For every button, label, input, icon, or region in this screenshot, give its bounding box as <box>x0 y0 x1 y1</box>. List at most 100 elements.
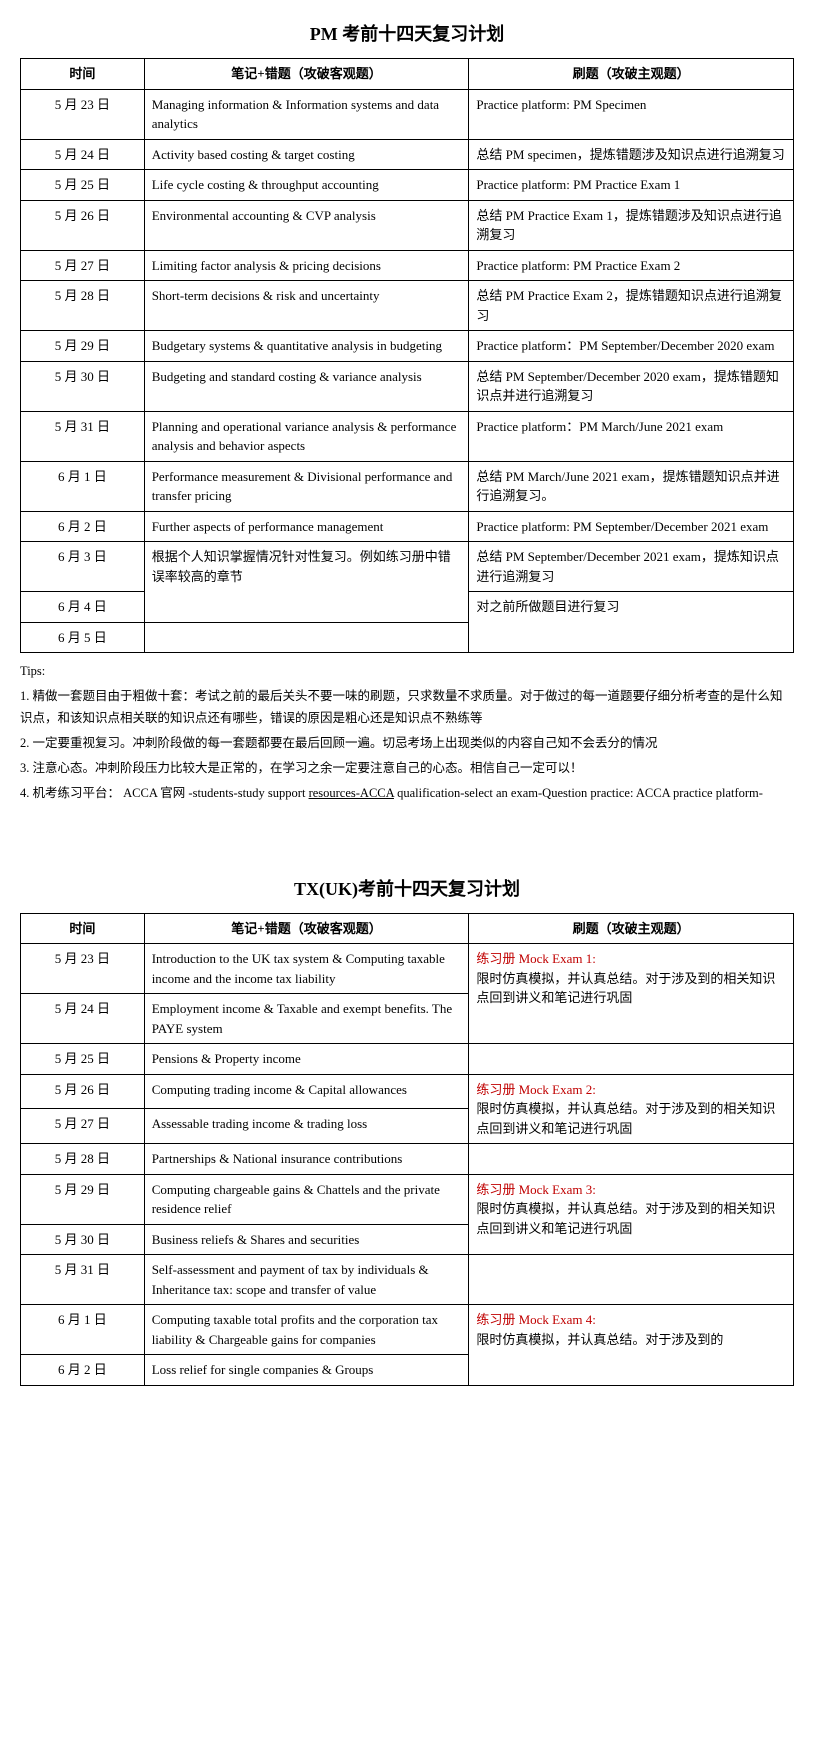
tx-practice-cell <box>469 1144 794 1175</box>
pm-practice-cell: 总结 PM Practice Exam 2，提炼错题知识点进行追溯复习 <box>469 281 794 331</box>
tx-header-practice: 刷题（攻破主观题） <box>469 913 794 944</box>
tx-header-notes: 笔记+错题（攻破客观题） <box>144 913 469 944</box>
pm-practice-cell: 总结 PM Practice Exam 1，提炼错题涉及知识点进行追溯复习 <box>469 200 794 250</box>
table-row: 5 月 23 日Managing information & Informati… <box>21 89 794 139</box>
pm-notes-cell: Limiting factor analysis & pricing decis… <box>144 250 469 281</box>
pm-practice-cell: 总结 PM September/December 2021 exam，提炼知识点… <box>469 542 794 592</box>
pm-notes-cell: Performance measurement & Divisional per… <box>144 461 469 511</box>
tip-item: 2. 一定要重视复习。冲刺阶段做的每一套题都要在最后回顾一遍。切忌考场上出现类似… <box>20 733 794 754</box>
pm-notes-cell: Budgeting and standard costing & varianc… <box>144 361 469 411</box>
tx-notes-cell: Self-assessment and payment of tax by in… <box>144 1255 469 1305</box>
pm-header-practice: 刷题（攻破主观题） <box>469 59 794 90</box>
pm-tips: Tips: 1. 精做一套题目由于粗做十套：考试之前的最后关头不要一味的刷题，只… <box>20 661 794 805</box>
pm-notes-cell: Planning and operational variance analys… <box>144 411 469 461</box>
tx-notes-cell: Business reliefs & Shares and securities <box>144 1224 469 1255</box>
tx-notes-cell: Employment income & Taxable and exempt b… <box>144 994 469 1044</box>
tips-label: Tips: <box>20 661 794 682</box>
pm-date-cell: 5 月 28 日 <box>21 281 145 331</box>
pm-practice-cell: 总结 PM March/June 2021 exam，提炼错题知识点并进行追溯复… <box>469 461 794 511</box>
table-row: 6 月 2 日Further aspects of performance ma… <box>21 511 794 542</box>
tx-notes-cell: Loss relief for single companies & Group… <box>144 1355 469 1386</box>
pm-practice-cell: Practice platform: PM Practice Exam 2 <box>469 250 794 281</box>
pm-table-header-row: 时间 笔记+错题（攻破客观题） 刷题（攻破主观题） <box>21 59 794 90</box>
pm-date-cell: 5 月 27 日 <box>21 250 145 281</box>
tx-practice-cell <box>469 1044 794 1075</box>
tx-notes-cell: Assessable trading income & trading loss <box>144 1109 469 1144</box>
table-row: 6 月 3 日根据个人知识掌握情况针对性复习。例如练习册中错误率较高的章节总结 … <box>21 542 794 592</box>
table-row: 5 月 28 日Short-term decisions & risk and … <box>21 281 794 331</box>
pm-notes-cell: Short-term decisions & risk and uncertai… <box>144 281 469 331</box>
tx-practice-cell: 练习册 Mock Exam 4:限时仿真模拟，并认真总结。对于涉及到的 <box>469 1305 794 1386</box>
pm-practice-cell: Practice platform: PM September/December… <box>469 511 794 542</box>
pm-tips-list: 1. 精做一套题目由于粗做十套：考试之前的最后关头不要一味的刷题，只求数量不求质… <box>20 686 794 804</box>
table-row: 5 月 29 日Budgetary systems & quantitative… <box>21 331 794 362</box>
table-row: 5 月 30 日Budgeting and standard costing &… <box>21 361 794 411</box>
tx-date-cell: 5 月 31 日 <box>21 1255 145 1305</box>
pm-date-cell: 5 月 24 日 <box>21 139 145 170</box>
pm-date-cell: 6 月 1 日 <box>21 461 145 511</box>
tx-date-cell: 6 月 1 日 <box>21 1305 145 1355</box>
tx-notes-cell: Introduction to the UK tax system & Comp… <box>144 944 469 994</box>
table-row: 5 月 31 日Planning and operational varianc… <box>21 411 794 461</box>
tx-date-cell: 5 月 24 日 <box>21 994 145 1044</box>
pm-practice-cell: 对之前所做题目进行复习 <box>469 592 794 653</box>
tx-notes-cell: Computing chargeable gains & Chattels an… <box>144 1174 469 1224</box>
pm-date-cell: 5 月 29 日 <box>21 331 145 362</box>
table-row: 5 月 25 日Life cycle costing & throughput … <box>21 170 794 201</box>
tx-date-cell: 5 月 26 日 <box>21 1074 145 1109</box>
tx-table: 时间 笔记+错题（攻破客观题） 刷题（攻破主观题） 5 月 23 日Introd… <box>20 913 794 1386</box>
pm-table: 时间 笔记+错题（攻破客观题） 刷题（攻破主观题） 5 月 23 日Managi… <box>20 58 794 653</box>
table-row: 5 月 31 日Self-assessment and payment of t… <box>21 1255 794 1305</box>
tip-item: 4. 机考练习平台： ACCA 官网 -students-study suppo… <box>20 783 794 804</box>
section-gap <box>20 815 794 875</box>
pm-notes-cell: Environmental accounting & CVP analysis <box>144 200 469 250</box>
tx-title: TX(UK)考前十四天复习计划 <box>20 875 794 901</box>
pm-practice-cell: 总结 PM specimen，提炼错题涉及知识点进行追溯复习 <box>469 139 794 170</box>
table-row: 5 月 25 日Pensions & Property income <box>21 1044 794 1075</box>
table-row: 5 月 24 日Activity based costing & target … <box>21 139 794 170</box>
tx-practice-cell: 练习册 Mock Exam 1:限时仿真模拟，并认真总结。对于涉及到的相关知识点… <box>469 944 794 1044</box>
tip-item: 1. 精做一套题目由于粗做十套：考试之前的最后关头不要一味的刷题，只求数量不求质… <box>20 686 794 729</box>
pm-date-cell: 5 月 31 日 <box>21 411 145 461</box>
pm-practice-cell: 总结 PM September/December 2020 exam，提炼错题知… <box>469 361 794 411</box>
pm-notes-cell <box>144 622 469 653</box>
tx-date-cell: 5 月 25 日 <box>21 1044 145 1075</box>
pm-date-cell: 5 月 30 日 <box>21 361 145 411</box>
pm-date-cell: 5 月 26 日 <box>21 200 145 250</box>
pm-notes-cell: Activity based costing & target costing <box>144 139 469 170</box>
tx-date-cell: 5 月 30 日 <box>21 1224 145 1255</box>
tx-notes-cell: Pensions & Property income <box>144 1044 469 1075</box>
pm-date-cell: 6 月 2 日 <box>21 511 145 542</box>
tx-date-cell: 6 月 2 日 <box>21 1355 145 1386</box>
tx-section: TX(UK)考前十四天复习计划 时间 笔记+错题（攻破客观题） 刷题（攻破主观题… <box>20 875 794 1386</box>
pm-date-cell: 5 月 25 日 <box>21 170 145 201</box>
pm-practice-cell: Practice platform: PM Specimen <box>469 89 794 139</box>
table-row: 5 月 26 日Environmental accounting & CVP a… <box>21 200 794 250</box>
pm-practice-cell: Practice platform: PM Practice Exam 1 <box>469 170 794 201</box>
table-row: 5 月 23 日Introduction to the UK tax syste… <box>21 944 794 994</box>
table-row: 5 月 28 日Partnerships & National insuranc… <box>21 1144 794 1175</box>
tx-notes-cell: Computing trading income & Capital allow… <box>144 1074 469 1109</box>
pm-notes-cell: Further aspects of performance managemen… <box>144 511 469 542</box>
pm-date-cell: 5 月 23 日 <box>21 89 145 139</box>
pm-practice-cell: Practice platform：PM March/June 2021 exa… <box>469 411 794 461</box>
pm-header-notes: 笔记+错题（攻破客观题） <box>144 59 469 90</box>
tx-date-cell: 5 月 28 日 <box>21 1144 145 1175</box>
pm-practice-cell: Practice platform：PM September/December … <box>469 331 794 362</box>
table-row: 5 月 29 日Computing chargeable gains & Cha… <box>21 1174 794 1224</box>
tx-notes-cell: Partnerships & National insurance contri… <box>144 1144 469 1175</box>
pm-notes-cell: 根据个人知识掌握情况针对性复习。例如练习册中错误率较高的章节 <box>144 542 469 623</box>
pm-date-cell: 6 月 3 日 <box>21 542 145 592</box>
pm-section: PM 考前十四天复习计划 时间 笔记+错题（攻破客观题） 刷题（攻破主观题） 5… <box>20 20 794 805</box>
tx-practice-cell: 练习册 Mock Exam 2:限时仿真模拟，并认真总结。对于涉及到的相关知识点… <box>469 1074 794 1144</box>
tx-practice-cell: 练习册 Mock Exam 3:限时仿真模拟，并认真总结。对于涉及到的相关知识点… <box>469 1174 794 1255</box>
pm-title: PM 考前十四天复习计划 <box>20 20 794 46</box>
tx-date-cell: 5 月 23 日 <box>21 944 145 994</box>
tx-date-cell: 5 月 29 日 <box>21 1174 145 1224</box>
pm-notes-cell: Life cycle costing & throughput accounti… <box>144 170 469 201</box>
tx-table-header-row: 时间 笔记+错题（攻破客观题） 刷题（攻破主观题） <box>21 913 794 944</box>
table-row: 5 月 27 日Limiting factor analysis & prici… <box>21 250 794 281</box>
pm-notes-cell: Budgetary systems & quantitative analysi… <box>144 331 469 362</box>
pm-notes-cell: Managing information & Information syste… <box>144 89 469 139</box>
tip-item: 3. 注意心态。冲刺阶段压力比较大是正常的，在学习之余一定要注意自己的心态。相信… <box>20 758 794 779</box>
